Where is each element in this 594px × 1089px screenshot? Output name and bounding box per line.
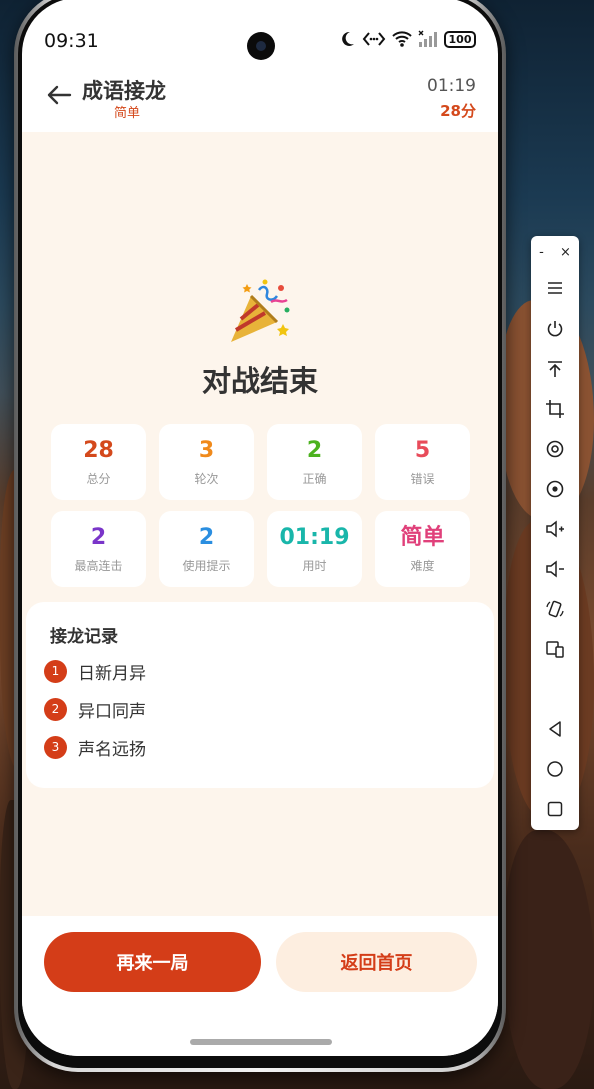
status-bar: 09:31 100 <box>22 0 498 60</box>
record-index-badge: 1 <box>44 659 67 683</box>
close-button[interactable]: × <box>560 245 571 260</box>
game-score: 28分 <box>440 102 476 120</box>
crop-icon[interactable] <box>541 395 569 423</box>
stat-label: 用时 <box>302 559 327 573</box>
record-idiom: 异口同声 <box>78 701 146 722</box>
stat-correct: 2 正确 <box>267 424 362 500</box>
stat-total-score: 28 总分 <box>51 424 146 500</box>
rotate-icon[interactable] <box>541 595 569 623</box>
stat-value: 01:19 <box>279 525 350 550</box>
stat-value: 2 <box>90 525 107 550</box>
code-icon <box>362 32 386 46</box>
power-icon[interactable] <box>541 315 569 343</box>
stat-difficulty: 简单 难度 <box>375 511 470 587</box>
signal-icon <box>418 30 437 47</box>
nav-recents-icon[interactable] <box>541 795 569 823</box>
pin-top-icon[interactable] <box>541 355 569 383</box>
stat-rounds: 3 轮次 <box>159 424 254 500</box>
difficulty-label: 简单 <box>114 106 141 121</box>
stat-label: 轮次 <box>194 472 219 486</box>
result-title: 对战结束 <box>201 364 318 398</box>
device-switch-icon[interactable] <box>541 635 569 663</box>
front-camera <box>247 32 275 60</box>
record-item: 2 异口同声 <box>44 697 146 722</box>
screen-record-icon[interactable] <box>541 475 569 503</box>
action-footer: 再来一局 返回首页 <box>22 916 498 1056</box>
menu-icon[interactable] <box>541 274 569 302</box>
record-item: 3 声名远扬 <box>44 735 146 760</box>
record-idiom: 日新月异 <box>78 663 146 684</box>
moon-icon <box>342 31 354 46</box>
stat-label: 使用提示 <box>182 559 231 573</box>
party-popper-icon <box>231 279 290 342</box>
toolbar-window-controls: - × <box>531 242 579 262</box>
page-title: 成语接龙 <box>82 79 166 103</box>
stat-value: 28 <box>83 438 114 463</box>
stat-time-used: 01:19 用时 <box>267 511 362 587</box>
record-idiom: 声名远扬 <box>78 739 146 760</box>
wifi-icon <box>392 31 412 47</box>
stat-max-combo: 2 最高连击 <box>51 511 146 587</box>
stat-wrong: 5 错误 <box>375 424 470 500</box>
status-time: 09:31 <box>44 30 99 52</box>
stat-label: 难度 <box>410 559 435 573</box>
record-title: 接龙记录 <box>50 627 118 647</box>
nav-home-icon[interactable] <box>541 755 569 783</box>
stat-label: 总分 <box>86 472 111 486</box>
battery-icon: 100 <box>444 30 476 48</box>
record-index-badge: 2 <box>44 697 67 721</box>
volume-down-icon[interactable] <box>541 555 569 583</box>
stat-label: 错误 <box>410 472 435 486</box>
play-again-button[interactable]: 再来一局 <box>44 932 261 992</box>
stat-value: 5 <box>414 438 431 463</box>
stat-label: 正确 <box>302 472 327 486</box>
emulator-toolbar: - × <box>531 236 579 830</box>
back-home-button[interactable]: 返回首页 <box>276 932 477 992</box>
volume-up-icon[interactable] <box>541 515 569 543</box>
nav-back-icon[interactable] <box>541 715 569 743</box>
stat-hints-used: 2 使用提示 <box>159 511 254 587</box>
minimize-button[interactable]: - <box>539 245 544 260</box>
screenshot-icon[interactable] <box>541 435 569 463</box>
status-icons: 100 <box>338 30 476 48</box>
phone-screen: 09:31 100 成语接龙 简单 01:19 28分 对战结束 28 总分 3… <box>22 0 498 1056</box>
stat-label: 最高连击 <box>74 559 123 573</box>
record-item: 1 日新月异 <box>44 659 146 684</box>
app-header: 成语接龙 简单 01:19 28分 <box>22 60 498 132</box>
stat-value: 2 <box>198 525 215 550</box>
record-index-badge: 3 <box>44 735 67 759</box>
home-indicator[interactable] <box>190 1039 332 1045</box>
stat-value: 2 <box>306 438 323 463</box>
back-arrow-icon[interactable] <box>44 80 74 110</box>
stat-value: 简单 <box>400 525 445 550</box>
chain-record-card: 接龙记录 1 日新月异 2 异口同声 3 声名远扬 <box>26 602 494 788</box>
game-timer: 01:19 <box>427 76 476 96</box>
stat-value: 3 <box>198 438 215 463</box>
